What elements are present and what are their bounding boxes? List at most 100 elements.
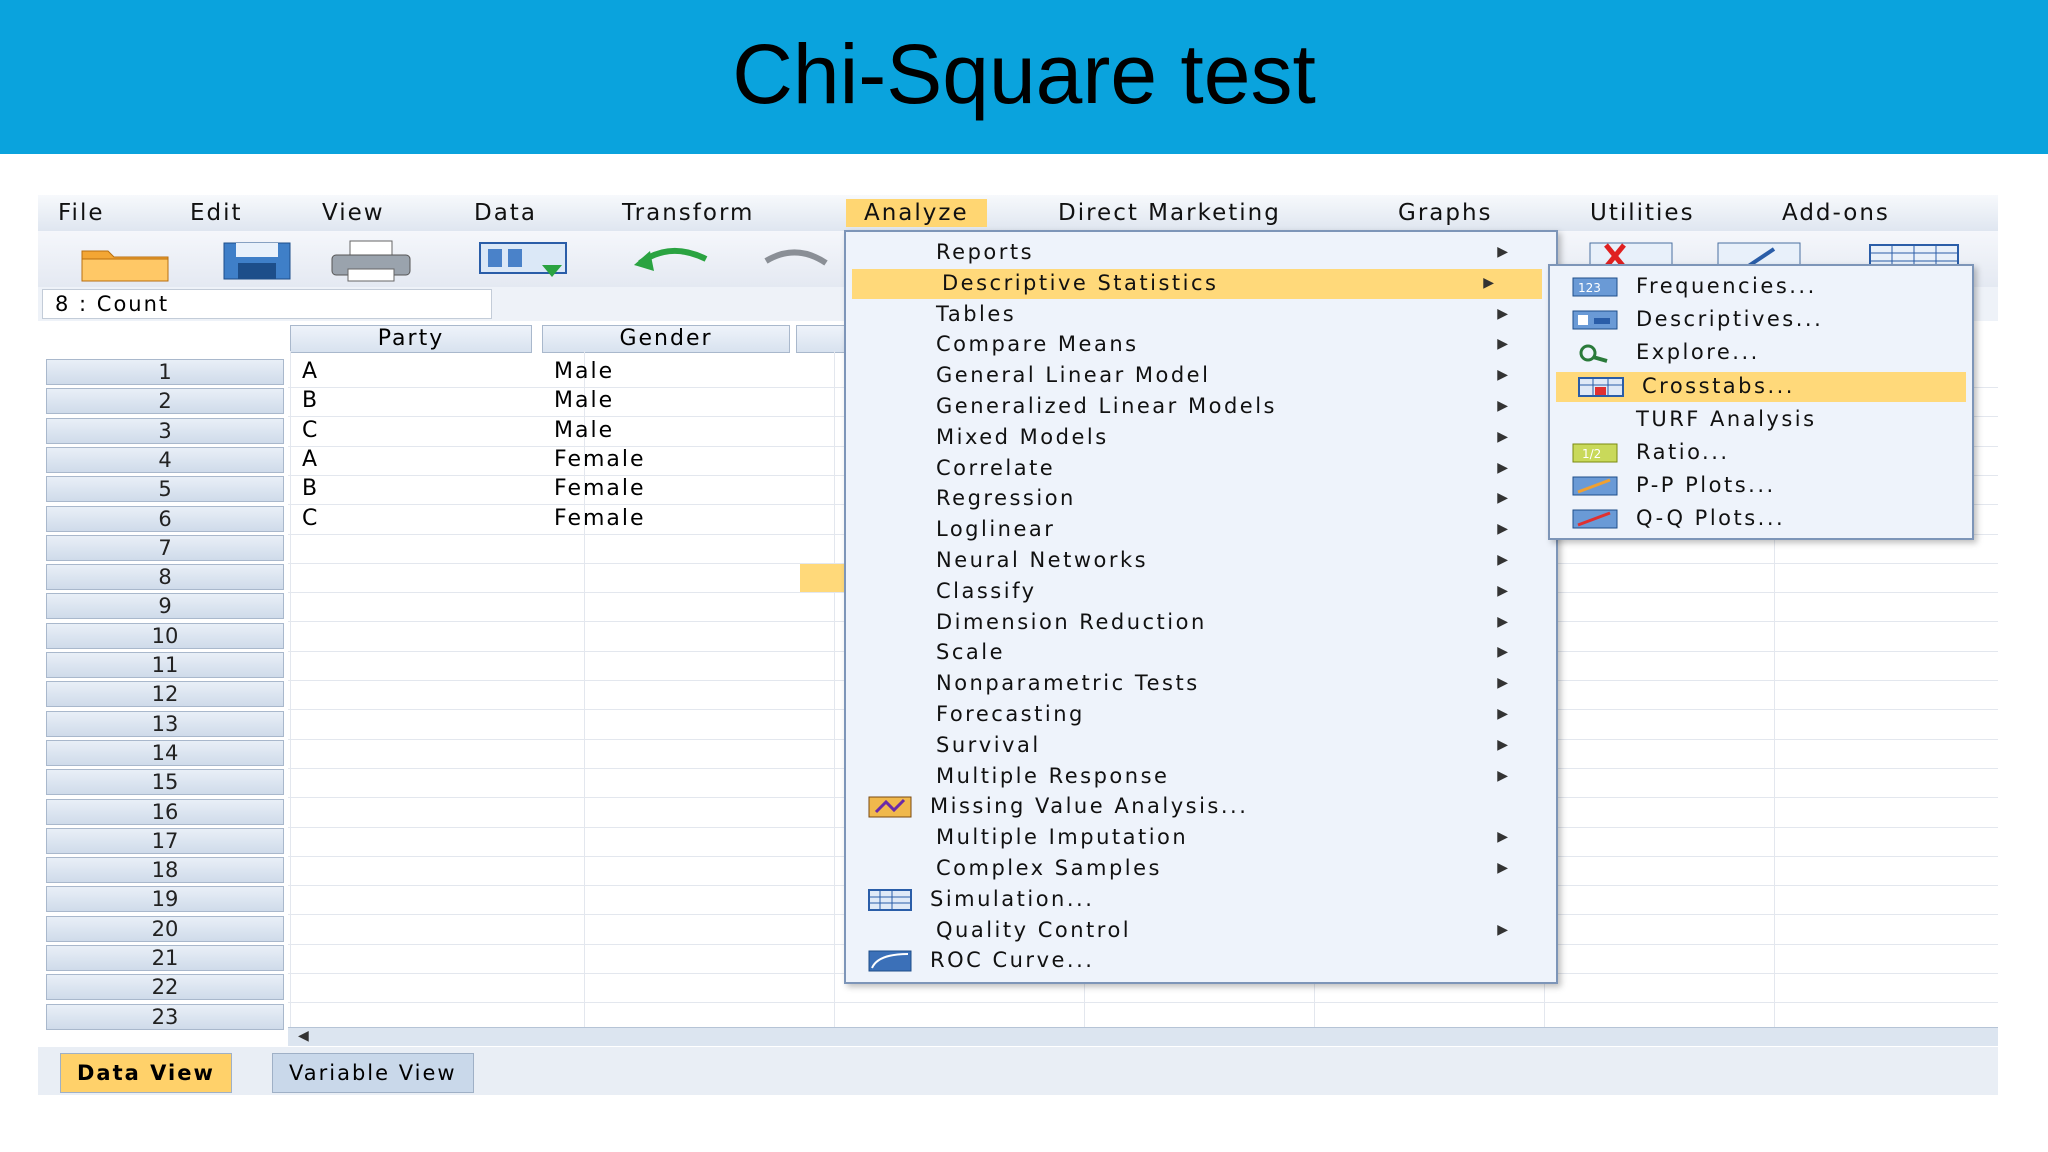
- analyze-menu-item[interactable]: Dimension Reduction ▶: [846, 608, 1556, 638]
- analyze-menu-item-label: Compare Means: [936, 332, 1139, 357]
- row-header[interactable]: 18: [46, 857, 284, 884]
- row-header[interactable]: 19: [46, 886, 284, 913]
- submenu-arrow-icon: ▶: [1497, 829, 1508, 846]
- row-header[interactable]: 10: [46, 622, 284, 649]
- row-header[interactable]: 23: [46, 1003, 284, 1030]
- analyze-menu-item[interactable]: Reports ▶: [846, 238, 1556, 268]
- redo-icon[interactable]: [756, 239, 836, 283]
- row-header[interactable]: 13: [46, 710, 284, 737]
- analyze-menu-item[interactable]: Generalized Linear Models ▶: [846, 392, 1556, 422]
- cell-gender[interactable]: Female: [546, 506, 646, 532]
- row-header[interactable]: 15: [46, 769, 284, 796]
- column-header-gender[interactable]: Gender: [542, 325, 790, 353]
- menu-analyze[interactable]: Analyze: [846, 199, 987, 227]
- menu-view[interactable]: View: [322, 199, 385, 227]
- analyze-menu-item[interactable]: Neural Networks ▶: [846, 546, 1556, 576]
- undo-icon[interactable]: [630, 239, 716, 283]
- tab-data-view[interactable]: Data View: [60, 1053, 232, 1093]
- descriptive-submenu-item[interactable]: Explore...: [1550, 338, 1972, 368]
- analyze-menu-item[interactable]: Multiple Response ▶: [846, 762, 1556, 792]
- descriptive-submenu-item[interactable]: TURF Analysis: [1550, 405, 1972, 435]
- descriptive-submenu-item[interactable]: Descriptives...: [1550, 305, 1972, 335]
- descriptive-submenu-item[interactable]: 123 Frequencies...: [1550, 272, 1972, 302]
- horizontal-scrollbar[interactable]: ◀: [288, 1027, 1998, 1046]
- menu-add-ons[interactable]: Add-ons: [1782, 199, 1890, 227]
- analyze-menu-item[interactable]: Missing Value Analysis...: [846, 792, 1556, 822]
- analyze-menu-item-label: Classify: [936, 578, 1037, 603]
- cell-party[interactable]: A: [294, 447, 319, 473]
- open-folder-icon[interactable]: [78, 239, 174, 283]
- submenu-arrow-icon: ▶: [1497, 613, 1508, 630]
- menu-edit[interactable]: Edit: [190, 199, 243, 227]
- row-header[interactable]: 7: [46, 534, 284, 561]
- row-header[interactable]: 11: [46, 652, 284, 678]
- print-icon[interactable]: [328, 239, 414, 283]
- menubar: File Edit View Data Transform Analyze Di…: [38, 195, 1998, 231]
- row-header[interactable]: 1: [46, 359, 284, 385]
- row-header[interactable]: 3: [46, 417, 284, 444]
- menu-graphs[interactable]: Graphs: [1398, 199, 1493, 227]
- row-header[interactable]: 14: [46, 739, 284, 766]
- analyze-menu-item[interactable]: Correlate ▶: [846, 454, 1556, 484]
- row-header[interactable]: 21: [46, 945, 284, 971]
- cell-gender[interactable]: Female: [546, 476, 646, 502]
- menu-transform[interactable]: Transform: [622, 199, 754, 227]
- cell-gender[interactable]: Male: [546, 418, 614, 444]
- row-header[interactable]: 17: [46, 827, 284, 854]
- analyze-menu-item[interactable]: Descriptive Statistics ▶: [852, 268, 1542, 299]
- column-header-party[interactable]: Party: [290, 325, 532, 353]
- analyze-menu-item[interactable]: Tables ▶: [846, 300, 1556, 330]
- menu-file[interactable]: File: [58, 199, 105, 227]
- analyze-menu-item[interactable]: Forecasting ▶: [846, 700, 1556, 730]
- menu-direct-marketing[interactable]: Direct Marketing: [1058, 199, 1281, 227]
- menu-data[interactable]: Data: [474, 199, 537, 227]
- row-header[interactable]: 4: [46, 446, 284, 473]
- row-header[interactable]: 2: [46, 388, 284, 415]
- row-header[interactable]: 5: [46, 476, 284, 503]
- descriptive-submenu-item[interactable]: Crosstabs...: [1556, 371, 1966, 402]
- analyze-menu-item[interactable]: Multiple Imputation ▶: [846, 823, 1556, 853]
- scroll-left-icon[interactable]: ◀: [298, 1028, 309, 1044]
- submenu-arrow-icon: ▶: [1497, 582, 1508, 599]
- analyze-menu-item[interactable]: Complex Samples ▶: [846, 854, 1556, 884]
- cell-party[interactable]: B: [294, 388, 319, 414]
- row-header[interactable]: 8: [46, 564, 284, 591]
- row-header[interactable]: 9: [46, 593, 284, 620]
- menu-utilities[interactable]: Utilities: [1590, 199, 1695, 227]
- analyze-menu-item[interactable]: Simulation...: [846, 885, 1556, 915]
- grid-row-line: [288, 1002, 1998, 1004]
- cell-reference[interactable]: 8 : Count: [42, 289, 492, 319]
- descriptive-submenu-item[interactable]: Q-Q Plots...: [1550, 504, 1972, 534]
- cell-party[interactable]: A: [294, 359, 319, 385]
- submenu-arrow-icon: ▶: [1497, 706, 1508, 722]
- analyze-menu-item[interactable]: Compare Means ▶: [846, 330, 1556, 360]
- row-header[interactable]: 22: [46, 974, 284, 1001]
- analyze-menu-item[interactable]: Mixed Models ▶: [846, 423, 1556, 453]
- cell-gender[interactable]: Male: [546, 359, 614, 385]
- cell-party[interactable]: B: [294, 476, 319, 502]
- cell-gender[interactable]: Male: [546, 388, 614, 414]
- tab-variable-view[interactable]: Variable View: [272, 1053, 474, 1093]
- row-header[interactable]: 6: [46, 505, 284, 532]
- analyze-menu-item[interactable]: ROC Curve...: [846, 946, 1556, 976]
- analyze-menu-item[interactable]: Survival ▶: [846, 731, 1556, 761]
- dialog-recall-icon[interactable]: [476, 239, 570, 283]
- descriptive-submenu-item[interactable]: P-P Plots...: [1550, 471, 1972, 501]
- cell-party[interactable]: C: [294, 506, 319, 532]
- analyze-menu-item[interactable]: Loglinear ▶: [846, 515, 1556, 545]
- analyze-menu-item[interactable]: Regression ▶: [846, 484, 1556, 514]
- row-header[interactable]: 12: [46, 681, 284, 708]
- analyze-menu-item[interactable]: Quality Control ▶: [846, 916, 1556, 946]
- analyze-menu-item[interactable]: General Linear Model ▶: [846, 361, 1556, 391]
- analyze-menu-item[interactable]: Scale ▶: [846, 638, 1556, 668]
- row-header[interactable]: 20: [46, 915, 284, 942]
- descriptive-submenu-item[interactable]: 1/2 Ratio...: [1550, 438, 1972, 468]
- svg-text:1/2: 1/2: [1582, 447, 1601, 461]
- save-icon[interactable]: [220, 239, 294, 283]
- analyze-menu-item-label: Forecasting: [936, 702, 1085, 726]
- analyze-menu-item[interactable]: Classify ▶: [846, 577, 1556, 607]
- cell-gender[interactable]: Female: [546, 447, 646, 473]
- analyze-menu-item[interactable]: Nonparametric Tests ▶: [846, 669, 1556, 699]
- cell-party[interactable]: C: [294, 418, 319, 444]
- row-header[interactable]: 16: [46, 798, 284, 825]
